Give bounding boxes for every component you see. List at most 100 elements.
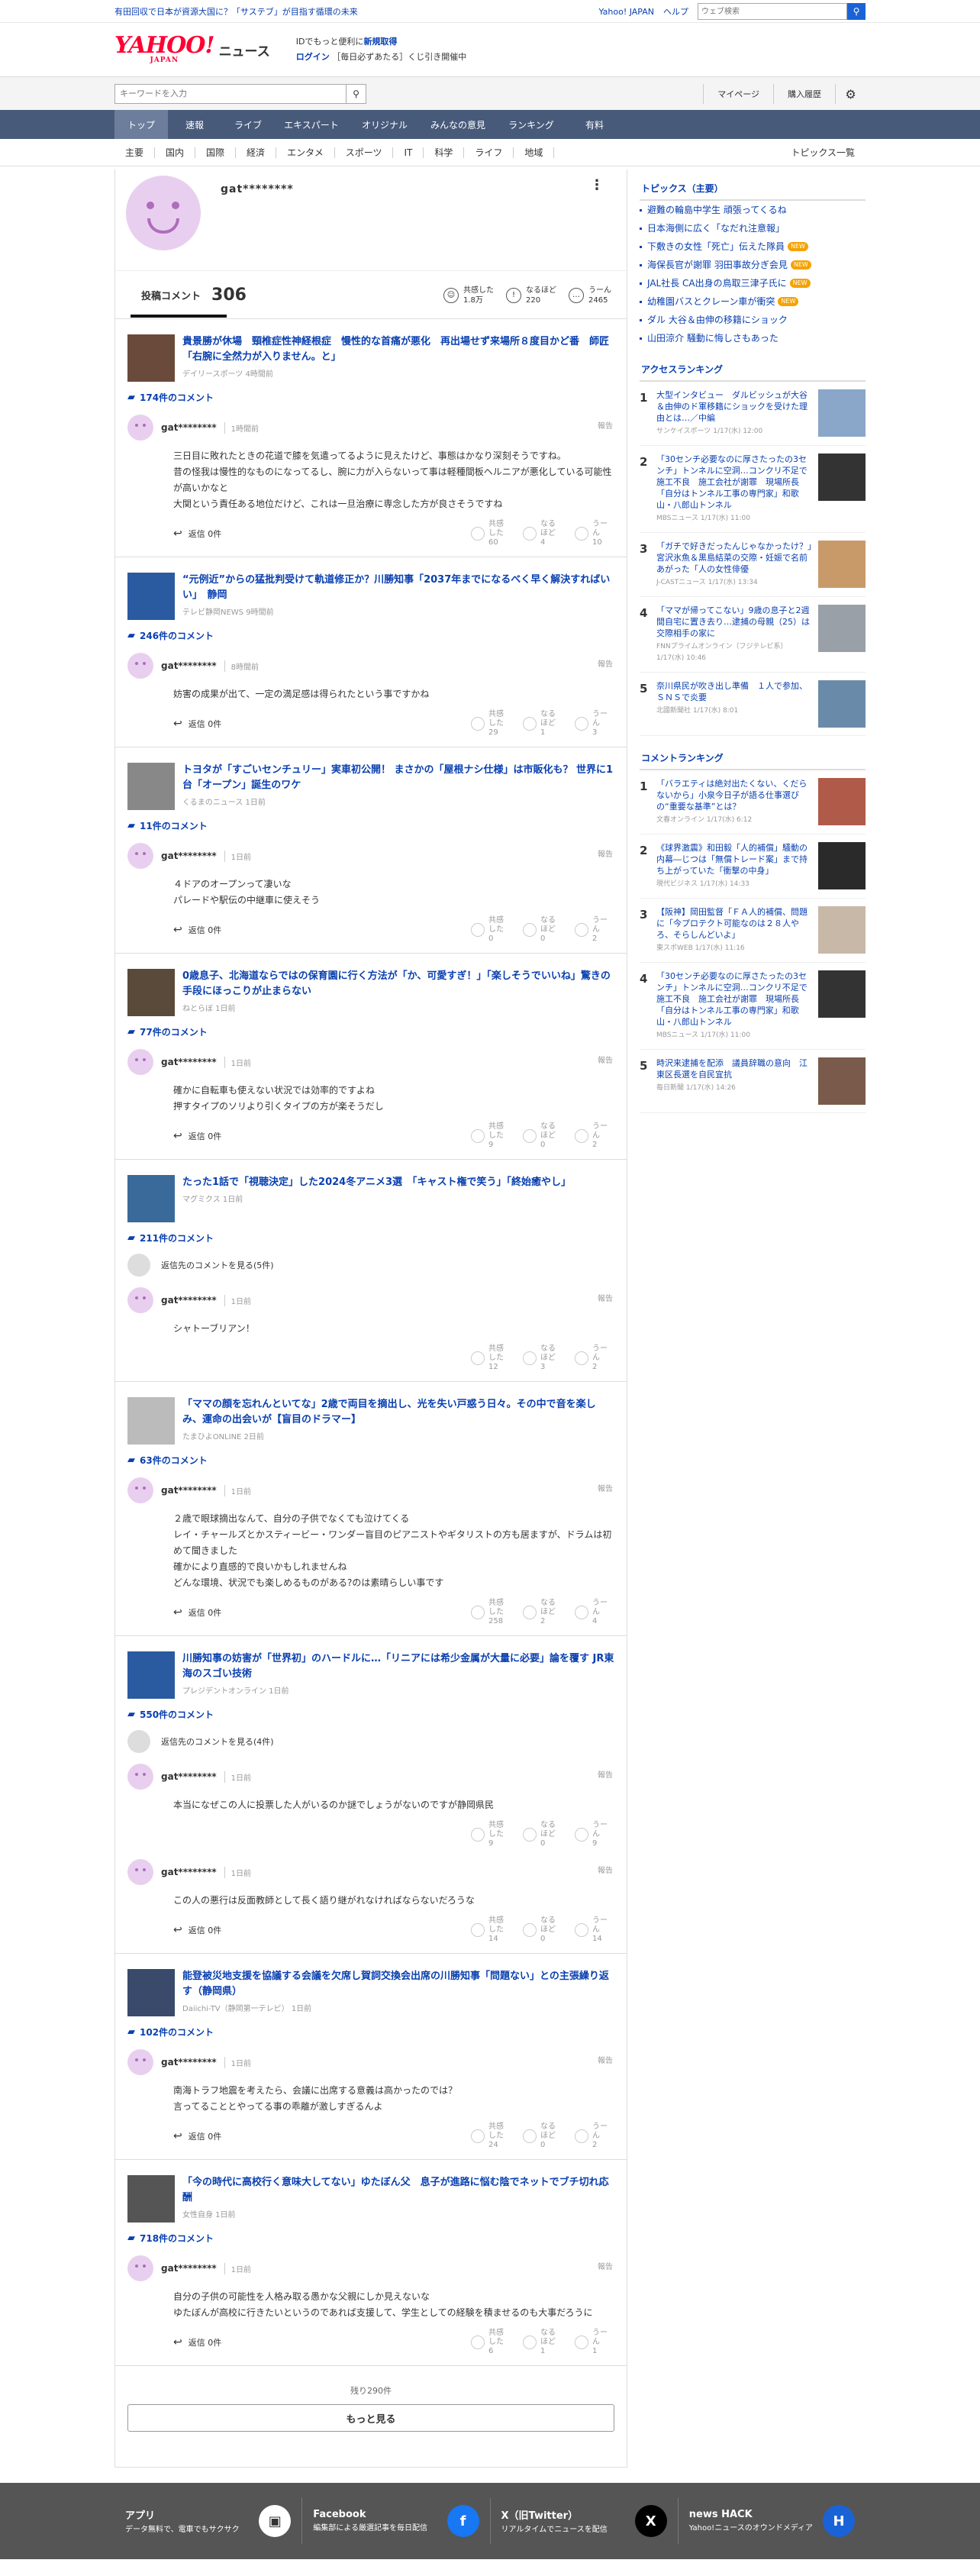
cnav-item-4[interactable]: エンタメ [276,147,335,158]
ranking-item[interactable]: 4 「ママが帰ってこない」9歳の息子と2週間自宅に置き去り…逮捕の母親（25）は交… [640,597,866,673]
article-thumbnail[interactable] [127,1651,175,1699]
reaction-empathy-button[interactable]: 共感した 24 [471,2122,511,2150]
reaction-uun-button[interactable]: うーん 2 [575,1344,614,1372]
article-thumbnail[interactable] [127,334,175,382]
reaction-naruhodo-button[interactable]: なるほど 2 [523,1599,563,1626]
gnav-item-0[interactable]: トップ [114,110,168,139]
reaction-empathy-button[interactable]: 共感した 60 [471,520,511,547]
comment-user-name[interactable]: gat******** [161,1867,217,1877]
gnav-item-7[interactable]: 有料 [568,110,621,139]
reaction-uun-button[interactable]: うーん 3 [575,710,614,738]
reaction-empathy-button[interactable]: 共感した 258 [471,1599,511,1626]
footer-item-0[interactable]: アプリ データ無料で、電車でもサクサク ▣ [114,2498,303,2544]
reaction-empathy-button[interactable]: 共感した 14 [471,1916,511,1944]
help-link[interactable]: ヘルプ [663,5,688,18]
comment-user-name[interactable]: gat******** [161,1485,217,1496]
ranking-item[interactable]: 2 《球界激震》和田毅「人的補償」騒動の内幕―じつは「無償トレード案」まで持ち上が… [640,834,866,899]
comment-count-link[interactable]: ▰ 211件のコメント [115,1222,627,1244]
lottery-link[interactable]: ［毎日必ずあたる］くじ引き開催中 [332,52,466,62]
comment-count-link[interactable]: ▰ 102件のコメント [115,2016,627,2039]
reaction-naruhodo-button[interactable]: なるほど 0 [523,916,563,944]
top-headline-link[interactable]: 有田回収で日本が資源大国に？「サステブ」が目指す循環の未来 [114,5,598,18]
article-thumbnail[interactable] [127,2175,175,2223]
purchase-history-link[interactable]: 購入履歴 [773,84,835,104]
search-icon[interactable]: ⚲ [346,85,366,103]
cnav-item-7[interactable]: 科学 [424,147,465,158]
reply-button[interactable]: ↩ 返信 0件 [173,2130,221,2142]
article-thumbnail[interactable] [127,573,175,620]
report-link[interactable]: 報告 [598,1054,613,1065]
login-link[interactable]: ログイン [296,52,330,62]
more-button[interactable]: もっと見る [127,2404,614,2432]
comment-user-name[interactable]: gat******** [161,2263,217,2274]
article-thumbnail[interactable] [127,969,175,1016]
footer-item-1[interactable]: Facebook 編集部による厳選記事を毎日配信 f [302,2498,491,2544]
topic-item[interactable]: 海保長官が謝罪 羽田事故分ぎ会見 NEW [640,256,866,274]
reply-button[interactable]: ↩ 返信 0件 [173,2336,221,2348]
topic-item[interactable]: ダル 大谷＆由伸の移籍にショック [640,311,866,329]
mypage-link[interactable]: マイページ [703,84,773,104]
article-thumbnail[interactable] [127,1175,175,1222]
cnav-item-2[interactable]: 国際 [195,147,237,158]
signup-link[interactable]: 新規取得 [363,37,397,47]
reaction-empathy-button[interactable]: 共感した 9 [471,1821,511,1848]
search-icon[interactable]: ⚲ [847,3,866,20]
report-link[interactable]: 報告 [598,1768,613,1780]
cnav-item-5[interactable]: スポーツ [335,147,394,158]
reply-source-link[interactable]: 返信先のコメントを見る(5件) [115,1244,627,1277]
newshack-icon[interactable]: H [823,2505,855,2537]
reaction-empathy-button[interactable]: 共感した 29 [471,710,511,738]
ranking-item[interactable]: 3 【阪神】岡田監督「ＦＡ人的補償、問題に「今プロテクト可能なのは２８人やろ、そら… [640,899,866,963]
reply-button[interactable]: ↩ 返信 0件 [173,1924,221,1936]
comment-count-link[interactable]: ▰ 718件のコメント [115,2223,627,2245]
reaction-uun-button[interactable]: うーん 9 [575,1821,614,1848]
gnav-item-5[interactable]: みんなの意見 [421,110,495,139]
ranking-item[interactable]: 2 「30センチ必要なのに厚さたったの3センチ」トンネルに空洞…コンクリ不足で施工… [640,446,866,533]
article-title-link[interactable]: “元例近”からの猛批判受けて軌道修正か？川勝知事「2037年までになるべく早く解… [182,573,614,603]
reaction-naruhodo-button[interactable]: なるほど 1 [523,2329,563,2356]
gear-icon[interactable]: ⚙ [835,84,866,104]
article-title-link[interactable]: 「ママの顔を忘れんといてな」2歳で両目を摘出し、光を失い戸惑う日々。その中で音を… [182,1397,614,1428]
comment-user-name[interactable]: gat******** [161,660,217,671]
ranking-item[interactable]: 4 「30センチ必要なのに厚さたったの3センチ」トンネルに空洞…コンクリ不足で施工… [640,963,866,1050]
reply-button[interactable]: ↩ 返信 0件 [173,1130,221,1142]
comment-count-link[interactable]: ▰ 246件のコメント [115,620,627,642]
gnav-item-4[interactable]: オリジナル [348,110,421,139]
reaction-uun-button[interactable]: うーん 1 [575,2329,614,2356]
news-logo-text[interactable]: ニュース [219,40,270,60]
reply-button[interactable]: ↩ 返信 0件 [173,718,221,730]
cnav-item-0[interactable]: 主要 [114,147,156,158]
reaction-naruhodo-button[interactable]: なるほど 4 [523,520,563,547]
reaction-uun-button[interactable]: うーん 14 [575,1916,614,1944]
report-link[interactable]: 報告 [598,2260,613,2271]
reaction-naruhodo-button[interactable]: なるほど 0 [523,2122,563,2150]
cnav-item-1[interactable]: 国内 [155,147,196,158]
report-link[interactable]: 報告 [598,2054,613,2065]
comment-count-link[interactable]: ▰ 77件のコメント [115,1016,627,1038]
more-vertical-icon[interactable]: ⋮ [590,177,604,193]
gnav-item-1[interactable]: 速報 [168,110,221,139]
topic-item[interactable]: 幼稚園バスとクレーン車が衝突 NEW [640,292,866,311]
reaction-empathy-button[interactable]: 共感した 12 [471,1344,511,1372]
cnav-item-8[interactable]: ライフ [464,147,514,158]
comment-user-name[interactable]: gat******** [161,851,217,861]
gnav-item-2[interactable]: ライブ [221,110,275,139]
topic-item[interactable]: 日本海側に広く「なだれ注意報」 [640,219,866,237]
reaction-naruhodo-button[interactable]: なるほど 1 [523,710,563,738]
topic-item[interactable]: 下敷きの女性「死亡」伝えた隊員 NEW [640,237,866,256]
article-title-link[interactable]: 0歳息子、北海道ならではの保育園に行く方法が「か、可愛すぎ！」「楽しそうでいいね… [182,969,614,999]
comment-user-name[interactable]: gat******** [161,422,217,433]
keyword-input[interactable] [115,85,346,103]
reaction-uun-button[interactable]: うーん 2 [575,916,614,944]
reaction-uun-button[interactable]: うーん 2 [575,1122,614,1150]
ranking-item[interactable]: 1 「バラエティは絶対出たくない、くだらないから」小泉今日子が語る仕事選びの“重要… [640,770,866,834]
article-title-link[interactable]: たった1話で「視聴決定」した2024冬アニメ3選 「キャスト権で笑う」「終始癒や… [182,1175,614,1190]
article-thumbnail[interactable] [127,763,175,810]
footer-item-2[interactable]: X（旧Twitter） リアルタイムでニュースを配信 X [491,2498,679,2544]
facebook-icon[interactable]: f [446,2505,479,2537]
cnav-item-3[interactable]: 経済 [236,147,277,158]
reply-button[interactable]: ↩ 返信 0件 [173,528,221,540]
topic-item[interactable]: 避難の輪島中学生 頑張ってくるね [640,201,866,219]
web-search-input[interactable] [698,3,847,20]
reply-button[interactable]: ↩ 返信 0件 [173,924,221,936]
